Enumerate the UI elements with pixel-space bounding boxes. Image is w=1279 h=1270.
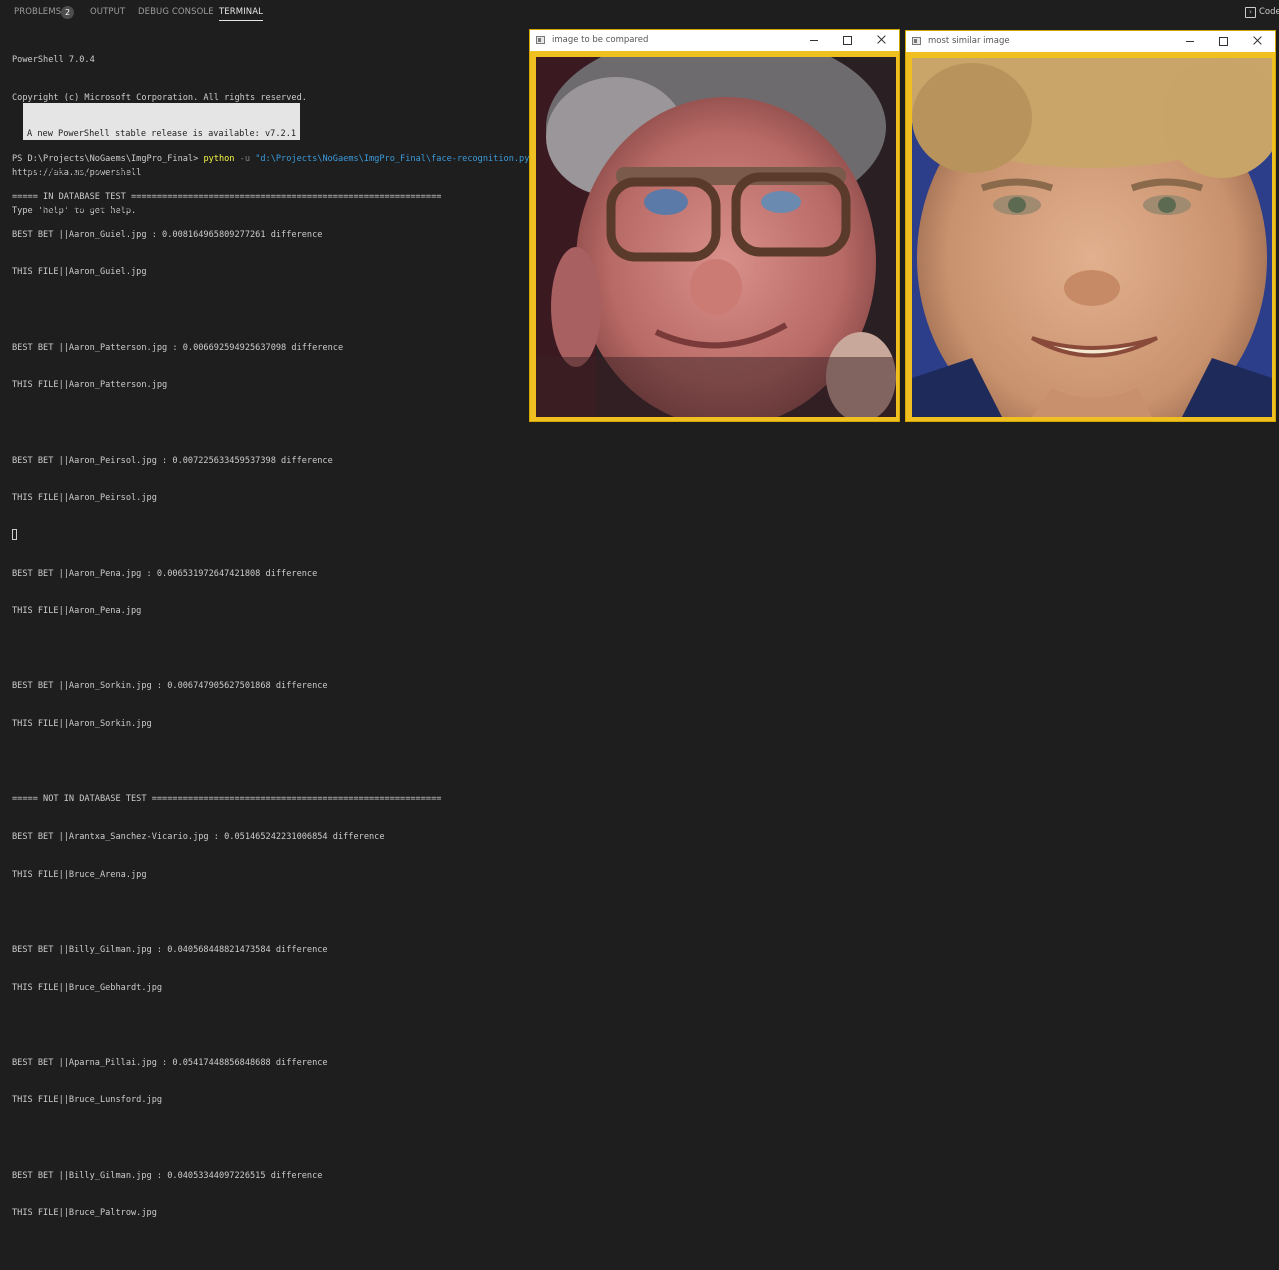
- command-line: PS D:\Projects\NoGaems\ImgPro_Final> pyt…: [12, 153, 535, 166]
- similar-image-window[interactable]: most similar image: [906, 31, 1275, 421]
- panel-tab-bar: PROBLEMS 2 OUTPUT DEBUG CONSOLE TERMINAL…: [0, 0, 1279, 26]
- problems-count-badge: 2: [61, 6, 74, 19]
- command: python: [203, 154, 235, 164]
- output-line: THIS FILE||Bruce_Gebhardt.jpg: [12, 982, 163, 993]
- tab-output[interactable]: OUTPUT: [90, 7, 125, 17]
- output-line: BEST BET ||Aaron_Guiel.jpg : 0.008164965…: [12, 229, 323, 240]
- maximize-icon[interactable]: [840, 33, 856, 47]
- output-line: BEST BET ||Aaron_Peirsol.jpg : 0.0072256…: [12, 455, 333, 466]
- window-titlebar[interactable]: image to be compared: [530, 30, 899, 51]
- output-line: BEST BET ||Aaron_Sorkin.jpg : 0.00674790…: [12, 681, 328, 692]
- close-icon[interactable]: [1250, 34, 1266, 48]
- code-button[interactable]: › Code: [1245, 6, 1279, 20]
- window-title: image to be compared: [552, 35, 649, 45]
- compared-face-image: [536, 57, 896, 417]
- minimize-icon[interactable]: [807, 33, 823, 47]
- maximize-icon[interactable]: [1216, 34, 1232, 48]
- compare-image-window[interactable]: image to be compared: [530, 30, 899, 421]
- terminal-cursor[interactable]: [12, 529, 17, 540]
- output-line: THIS FILE||Aaron_Sorkin.jpg: [12, 719, 152, 730]
- close-icon[interactable]: [874, 33, 890, 47]
- prompt: PS D:\Projects\NoGaems\ImgPro_Final>: [12, 154, 204, 164]
- similar-face-image: [912, 58, 1272, 417]
- output-line: BEST BET ||Arantxa_Sanchez-Vicario.jpg :…: [12, 831, 385, 842]
- output-line: THIS FILE||Aaron_Patterson.jpg: [12, 380, 168, 391]
- output-line: THIS FILE||Aaron_Peirsol.jpg: [12, 493, 157, 504]
- output-line: ===== IN DATABASE TEST =================…: [12, 192, 442, 203]
- tab-terminal[interactable]: TERMINAL: [219, 7, 264, 21]
- output-line: BEST BET ||Aaron_Pena.jpg : 0.0065319726…: [12, 568, 318, 579]
- window-titlebar[interactable]: most similar image: [906, 31, 1275, 52]
- notice-line: A new PowerShell stable release is avail…: [27, 129, 297, 139]
- update-notice: A new PowerShell stable release is avail…: [23, 103, 300, 214]
- output-line: BEST BET ||Billy_Gilman.jpg : 0.04053344…: [12, 1170, 323, 1181]
- output-line: ===== NOT IN DATABASE TEST =============…: [12, 794, 442, 805]
- output-line: BEST BET ||Billy_Gilman.jpg : 0.04056844…: [12, 944, 328, 955]
- terminal-line: PowerShell 7.0.4: [12, 55, 95, 66]
- window-title: most similar image: [928, 36, 1010, 46]
- minimize-icon[interactable]: [1183, 34, 1199, 48]
- terminal-icon: ›: [1245, 7, 1256, 18]
- script-path: "d:\Projects\NoGaems\ImgPro_Final\face-r…: [255, 154, 535, 164]
- command-flag: -u: [234, 154, 256, 164]
- tab-debug-console[interactable]: DEBUG CONSOLE: [138, 7, 214, 17]
- window-app-icon: [536, 36, 545, 44]
- output-line: BEST BET ||Aparna_Pillai.jpg : 0.0541744…: [12, 1057, 328, 1068]
- window-app-icon: [912, 37, 921, 45]
- output-line: BEST BET ||Aaron_Patterson.jpg : 0.00669…: [12, 342, 344, 353]
- output-line: THIS FILE||Aaron_Guiel.jpg: [12, 267, 147, 278]
- output-line: THIS FILE||Aaron_Pena.jpg: [12, 606, 142, 617]
- tab-problems[interactable]: PROBLEMS: [14, 7, 61, 17]
- code-label: Code: [1259, 7, 1279, 17]
- terminal-output: ===== IN DATABASE TEST =================…: [12, 166, 532, 1270]
- output-line: THIS FILE||Bruce_Arena.jpg: [12, 869, 147, 880]
- output-line: THIS FILE||Bruce_Paltrow.jpg: [12, 1208, 157, 1219]
- output-line: THIS FILE||Bruce_Lunsford.jpg: [12, 1095, 163, 1106]
